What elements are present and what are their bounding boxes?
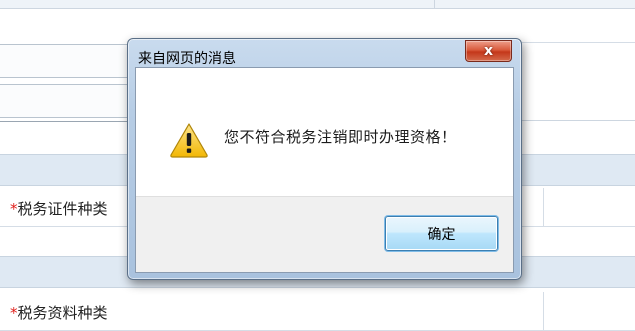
top-table-strip: [0, 0, 635, 9]
required-asterisk: *: [10, 304, 18, 322]
warning-icon: [170, 123, 208, 158]
ok-button[interactable]: 确定: [385, 216, 498, 251]
table-rule: [520, 120, 635, 121]
close-button[interactable]: x: [465, 40, 512, 62]
dialog-title: 来自网页的消息: [138, 51, 236, 67]
field-label: *税务证件种类: [10, 200, 108, 218]
cell-divider: [543, 292, 544, 330]
dialog-titlebar[interactable]: 来自网页的消息 x: [128, 39, 521, 67]
table-cell-divider: [434, 0, 435, 8]
cell-divider: [543, 188, 544, 226]
message-area: 您不符合税务注销即时办理资格！: [136, 68, 513, 196]
form-row-tax-document-type: *税务资料种类: [0, 292, 635, 331]
dialog-body: 您不符合税务注销即时办理资格！ 确定: [135, 67, 514, 273]
alert-dialog: 来自网页的消息 x 您不符合税务注销即时办理资格！ 确定: [127, 38, 522, 280]
field-label: *税务资料种类: [10, 304, 108, 322]
required-asterisk: *: [10, 200, 18, 218]
table-rule: [520, 42, 635, 43]
close-icon: x: [483, 43, 494, 59]
dialog-message: 您不符合税务注销即时办理资格！: [224, 128, 457, 146]
dialog-button-area: 确定: [136, 196, 513, 272]
